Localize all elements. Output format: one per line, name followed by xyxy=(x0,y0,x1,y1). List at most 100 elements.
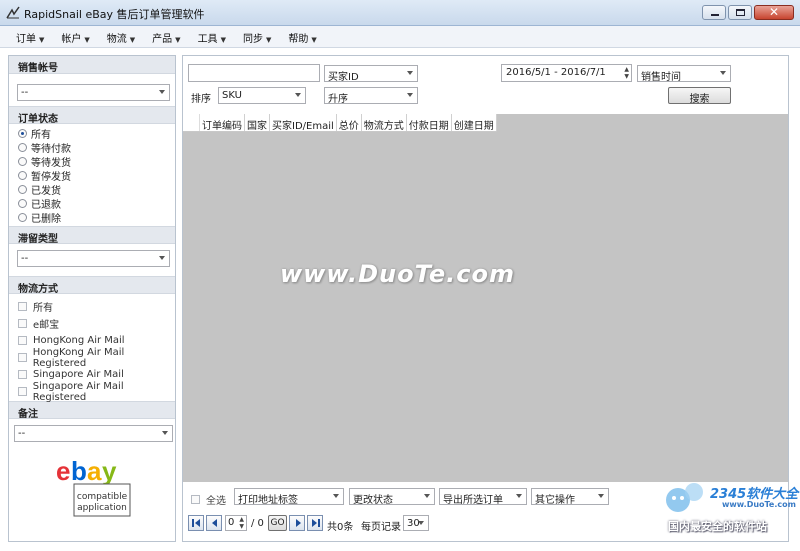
orders-panel: 买家ID 2016/5/1 - 2016/7/1 ▲ ▼ 销售时间 排序 SKU … xyxy=(182,55,789,542)
title-bar: RapidSnail eBay 售后订单管理软件 ✕ xyxy=(0,0,800,26)
sort-order-select[interactable]: 升序 xyxy=(324,87,418,105)
first-page-button[interactable] xyxy=(188,515,204,531)
dropdown-arrow-icon xyxy=(720,71,726,75)
menu-bar: 订单 ▼ 帐户 ▼ 物流 ▼ 产品 ▼ 工具 ▼ 同步 ▼ 帮助 ▼ xyxy=(0,26,800,48)
print-label-select[interactable]: 打印地址标签 xyxy=(234,488,344,506)
col-buyer-id[interactable]: 买家ID/Email xyxy=(270,114,337,132)
col-shipping[interactable]: 物流方式 xyxy=(362,114,407,132)
notes-heading: 备注 xyxy=(9,401,175,420)
status-radio-shipped[interactable]: 已发货 xyxy=(9,182,175,197)
radio-icon xyxy=(18,142,27,152)
svg-text:a: a xyxy=(87,456,102,486)
menu-products[interactable]: 产品 ▼ xyxy=(144,26,189,47)
status-radio-all[interactable]: 所有 xyxy=(9,126,175,141)
dropdown-arrow-icon xyxy=(162,431,168,435)
per-page-select[interactable]: 30 xyxy=(403,515,429,531)
status-radio-awaiting-shipment[interactable]: 等待发货 xyxy=(9,154,175,169)
col-order-code[interactable]: 订单编码 xyxy=(200,114,245,132)
orders-grid[interactable]: 订单编码 国家 买家ID/Email 总价 物流方式 付款日期 创建日期 xyxy=(183,114,788,482)
shipping-check-epacket[interactable]: e邮宝 xyxy=(9,315,175,332)
minimize-button[interactable] xyxy=(702,5,726,20)
go-button[interactable]: GO xyxy=(268,515,287,531)
checkbox-icon xyxy=(18,336,27,345)
spin-arrows-icon: ▲ ▼ xyxy=(624,66,629,80)
radio-selected-icon xyxy=(18,128,27,138)
hold-type-select[interactable]: -- xyxy=(17,250,170,267)
date-type-select[interactable]: 销售时间 xyxy=(637,65,731,83)
radio-icon xyxy=(18,156,27,166)
search-field-select[interactable]: 买家ID xyxy=(324,65,418,83)
page-total: / 0 xyxy=(251,518,264,529)
corner-watermark: 2345软件大全 www.DuoTe.com 国内最安全的软件站 xyxy=(660,478,800,548)
radio-icon xyxy=(18,184,27,194)
dropdown-arrow-icon xyxy=(598,494,604,498)
spin-arrows-icon: ▲ ▼ xyxy=(239,516,244,530)
col-created-date[interactable]: 创建日期 xyxy=(452,114,497,132)
date-range-input[interactable]: 2016/5/1 - 2016/7/1 ▲ ▼ xyxy=(501,64,632,82)
hold-type-heading: 滞留类型 xyxy=(9,226,175,245)
mascot-icon xyxy=(666,483,703,512)
menu-orders[interactable]: 订单 ▼ xyxy=(8,26,53,47)
snail-app-icon xyxy=(6,6,20,19)
duote-watermark: www.DuoTe.com xyxy=(280,260,515,288)
search-button[interactable]: 搜索 xyxy=(668,87,731,105)
menu-account[interactable]: 帐户 ▼ xyxy=(53,26,98,47)
menu-logistics[interactable]: 物流 ▼ xyxy=(99,26,144,47)
dropdown-arrow-icon xyxy=(407,93,413,97)
checkbox-icon xyxy=(18,302,27,311)
radio-icon xyxy=(18,212,27,222)
select-all-checkbox[interactable]: 全选 xyxy=(191,492,226,507)
chevron-down-icon: ▼ xyxy=(311,36,317,44)
chevron-down-icon: ▼ xyxy=(39,36,45,44)
per-page-label: 每页记录 xyxy=(361,522,401,533)
filter-sidebar: 销售帐号 -- 订单状态 所有 等待付款 等待发货 暂停发货 已发货 已退款 已… xyxy=(8,55,176,542)
sort-label: 排序 xyxy=(191,94,211,105)
col-country[interactable]: 国家 xyxy=(245,114,270,132)
status-radio-deleted[interactable]: 已删除 xyxy=(9,210,175,225)
search-input[interactable] xyxy=(188,64,320,82)
close-button[interactable]: ✕ xyxy=(754,5,794,20)
menu-help[interactable]: 帮助 ▼ xyxy=(280,26,325,47)
minimize-icon xyxy=(711,14,719,16)
chevron-down-icon: ▼ xyxy=(265,36,272,44)
shipping-check-all[interactable]: 所有 xyxy=(9,298,175,315)
menu-tools[interactable]: 工具 ▼ xyxy=(190,26,235,47)
corner-watermark-url: www.DuoTe.com xyxy=(722,500,796,509)
svg-text:b: b xyxy=(71,456,87,486)
maximize-icon xyxy=(736,9,745,16)
filter-bar: 买家ID 2016/5/1 - 2016/7/1 ▲ ▼ 销售时间 排序 SKU … xyxy=(183,56,788,112)
status-radio-refunded[interactable]: 已退款 xyxy=(9,196,175,211)
shipping-check-sg-airmail-registered[interactable]: Singapore Air Mail Registered xyxy=(9,381,175,403)
total-records: 共0条 xyxy=(327,522,354,533)
checkbox-icon xyxy=(18,387,27,396)
chevron-down-icon: ▼ xyxy=(84,36,90,44)
dropdown-arrow-icon xyxy=(516,494,522,498)
window-title: RapidSnail eBay 售后订单管理软件 xyxy=(24,8,205,21)
shipping-check-hk-airmail-registered[interactable]: HongKong Air Mail Registered xyxy=(9,347,175,369)
checkbox-icon xyxy=(18,353,27,362)
notes-select[interactable]: -- xyxy=(14,425,173,442)
svg-text:y: y xyxy=(102,456,117,486)
checkbox-icon xyxy=(191,495,200,504)
sort-field-select[interactable]: SKU xyxy=(218,87,306,104)
maximize-button[interactable] xyxy=(728,5,752,20)
last-page-button[interactable] xyxy=(307,515,323,531)
next-page-button[interactable] xyxy=(289,515,305,531)
other-actions-select[interactable]: 其它操作 xyxy=(531,488,609,506)
last-page-icon xyxy=(312,519,317,527)
export-select[interactable]: 导出所选订单 xyxy=(439,488,527,506)
status-radio-paused[interactable]: 暂停发货 xyxy=(9,168,175,183)
account-select[interactable]: -- xyxy=(17,84,170,101)
order-status-heading: 订单状态 xyxy=(9,106,175,125)
checkbox-icon xyxy=(18,370,27,379)
close-icon: ✕ xyxy=(768,5,780,19)
col-paid-date[interactable]: 付款日期 xyxy=(407,114,452,132)
menu-sync[interactable]: 同步 ▼ xyxy=(235,26,280,47)
change-status-select[interactable]: 更改状态 xyxy=(349,488,435,506)
page-number-input[interactable]: 0 ▲ ▼ xyxy=(225,515,247,531)
chevron-down-icon: ▼ xyxy=(129,36,136,44)
status-radio-awaiting-payment[interactable]: 等待付款 xyxy=(9,140,175,155)
dropdown-arrow-icon xyxy=(295,93,301,97)
prev-page-button[interactable] xyxy=(206,515,222,531)
col-total[interactable]: 总价 xyxy=(337,114,362,132)
